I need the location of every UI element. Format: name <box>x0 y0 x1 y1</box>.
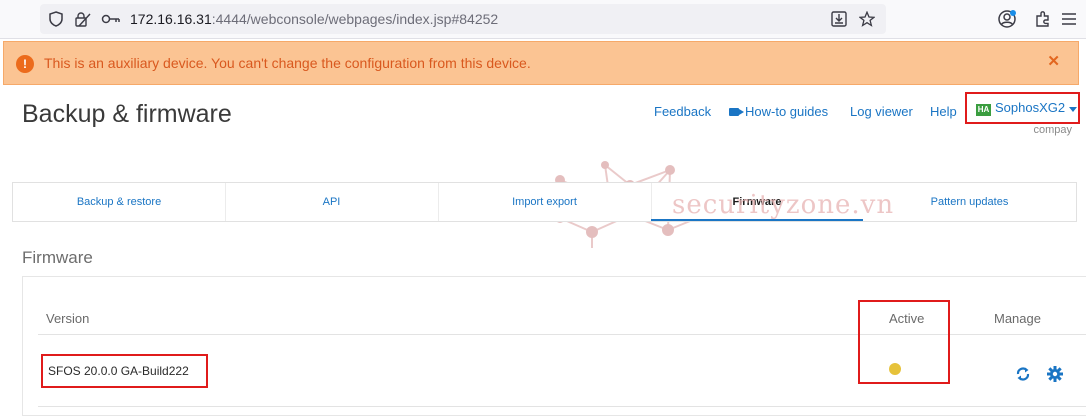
ha-badge: HA <box>976 104 991 116</box>
row-divider <box>38 406 1086 407</box>
address-bar[interactable]: 172.16.16.31:4444/webconsole/webpages/in… <box>40 4 886 34</box>
how-to-guides-link[interactable]: How-to guides <box>729 104 828 119</box>
section-title-firmware: Firmware <box>22 248 93 267</box>
reboot-icon[interactable] <box>1014 365 1032 383</box>
feedback-link[interactable]: Feedback <box>654 104 711 119</box>
column-header-version: Version <box>46 311 90 326</box>
url-path: :4444/webconsole/webpages/index.jsp#8425… <box>211 11 499 27</box>
tab-pattern-updates[interactable]: Pattern updates <box>863 183 1076 221</box>
reader-view-icon[interactable] <box>828 4 850 34</box>
device-name: SophosXG2 <box>995 100 1066 115</box>
log-viewer-link[interactable]: Log viewer <box>850 104 913 119</box>
menu-icon[interactable] <box>1058 6 1080 32</box>
account-icon[interactable] <box>994 6 1020 32</box>
lock-warning-icon[interactable] <box>72 4 94 34</box>
chevron-down-icon <box>1069 107 1077 112</box>
tab-api[interactable]: API <box>225 183 439 221</box>
active-status-dot <box>889 363 901 375</box>
url-text[interactable]: 172.16.16.31:4444/webconsole/webpages/in… <box>130 4 498 34</box>
warning-text: This is an auxiliary device. You can't c… <box>44 55 531 71</box>
exclamation-icon: ! <box>16 55 34 73</box>
auxiliary-device-warning: ! This is an auxiliary device. You can't… <box>3 41 1079 85</box>
bookmark-star-icon[interactable] <box>856 4 878 34</box>
gear-icon[interactable] <box>1046 365 1064 383</box>
tab-firmware[interactable]: Firmware <box>651 183 863 221</box>
key-icon[interactable] <box>100 4 122 34</box>
company-name: compay <box>1033 124 1072 136</box>
close-icon[interactable]: ✕ <box>1047 42 1060 82</box>
firmware-version: SFOS 20.0.0 GA-Build222 <box>48 364 189 378</box>
column-header-manage: Manage <box>994 311 1041 326</box>
tab-import-export[interactable]: Import export <box>438 183 652 221</box>
device-selector[interactable]: HA SophosXG2 <box>965 92 1080 124</box>
active-highlight <box>858 300 950 384</box>
help-link[interactable]: Help <box>930 104 957 119</box>
video-camera-icon <box>729 108 744 116</box>
browser-toolbar: 172.16.16.31:4444/webconsole/webpages/in… <box>0 0 1086 39</box>
extensions-icon[interactable] <box>1030 6 1056 32</box>
tab-backup-restore[interactable]: Backup & restore <box>13 183 226 221</box>
tab-bar: Backup & restore API Import export Firmw… <box>12 182 1077 222</box>
shield-icon[interactable] <box>46 4 66 34</box>
page-title: Backup & firmware <box>22 100 232 128</box>
url-host: 172.16.16.31 <box>130 11 212 27</box>
how-to-guides-label: How-to guides <box>745 104 829 119</box>
version-highlight: SFOS 20.0.0 GA-Build222 <box>41 354 208 388</box>
